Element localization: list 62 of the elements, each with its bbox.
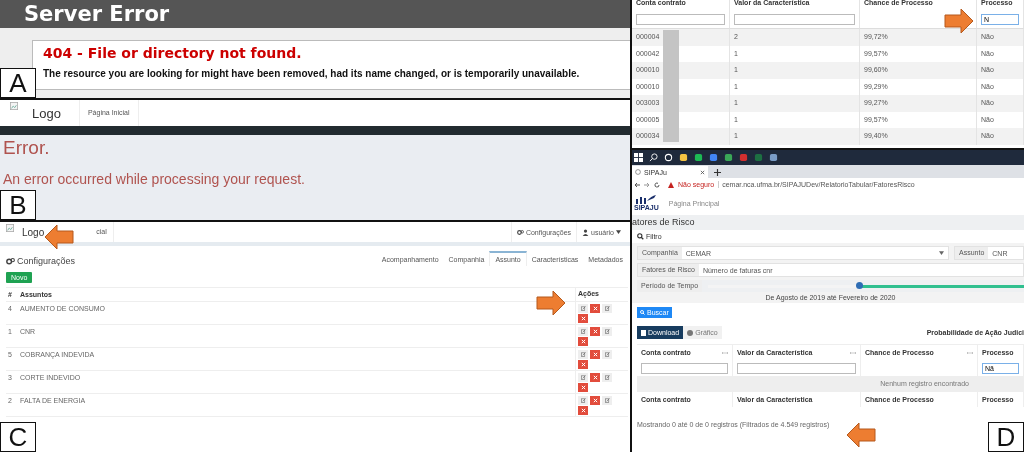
error-heading: Error. [3,137,50,158]
delete-button[interactable] [578,337,588,346]
delete-button[interactable] [590,396,600,405]
reload-icon[interactable] [654,181,660,188]
delete-button[interactable] [578,360,588,369]
delete-button[interactable] [590,350,600,359]
range-slider[interactable] [708,284,1024,288]
panel-label: C [0,422,36,452]
logo-text[interactable]: Logo [32,105,61,121]
delete-button[interactable] [578,314,588,323]
error-heading: 404 - File or directory not found. [43,45,302,61]
edit-button[interactable] [578,350,588,359]
edit-button[interactable] [578,373,588,382]
error-message: The resource you are looking for might have been removed, had its name changed, or is temporarily unavailable. [43,68,580,79]
edit-button[interactable] [602,327,612,336]
delete-button[interactable] [578,406,588,415]
page-title: Configurações [17,256,76,266]
caret-icon [939,251,944,255]
search-icon[interactable] [649,153,658,162]
delete-button[interactable] [590,304,600,313]
filter-field[interactable] [641,362,728,374]
user-icon [582,228,590,236]
caret-icon [616,230,621,234]
close-icon[interactable] [700,169,705,175]
gears-icon [516,228,524,236]
panel-label: A [0,68,36,98]
edit-button[interactable] [578,327,588,336]
pointer-arrow [846,422,876,448]
logo-text[interactable]: Logo [22,226,45,238]
forward-icon[interactable] [644,181,650,188]
delete-button[interactable] [590,373,600,382]
globe-icon [635,169,641,175]
edit-button[interactable] [602,373,612,382]
edit-button[interactable] [578,304,588,313]
page-header: Server Error [24,2,170,26]
filter-field[interactable] [636,13,725,25]
edit-button[interactable] [602,304,612,313]
edit-button[interactable] [602,396,612,405]
panel-label: B [0,190,36,220]
windows-icon[interactable] [634,153,643,162]
pointer-arrow [44,224,74,250]
circle-icon[interactable] [664,153,673,162]
pointer-arrow [536,290,566,316]
search-icon [640,310,645,315]
pointer-arrow [944,8,974,34]
page-title: atores de Risco [632,215,1024,230]
document-icon [641,329,646,336]
slider-thumb[interactable] [856,282,864,289]
search-icon [637,233,644,240]
delete-button[interactable] [590,327,600,336]
gears-icon [6,256,15,266]
plus-icon[interactable] [714,169,721,176]
panel-label: D [988,422,1024,452]
delete-button[interactable] [578,383,588,392]
back-icon[interactable] [634,181,640,188]
warning-icon [668,181,674,188]
edit-button[interactable] [602,350,612,359]
logo-icon [634,195,656,204]
edit-button[interactable] [578,396,588,405]
filter-field[interactable] [734,13,855,25]
filter-field[interactable] [737,362,856,374]
error-message: An error occurred while processing your request. [3,171,305,187]
